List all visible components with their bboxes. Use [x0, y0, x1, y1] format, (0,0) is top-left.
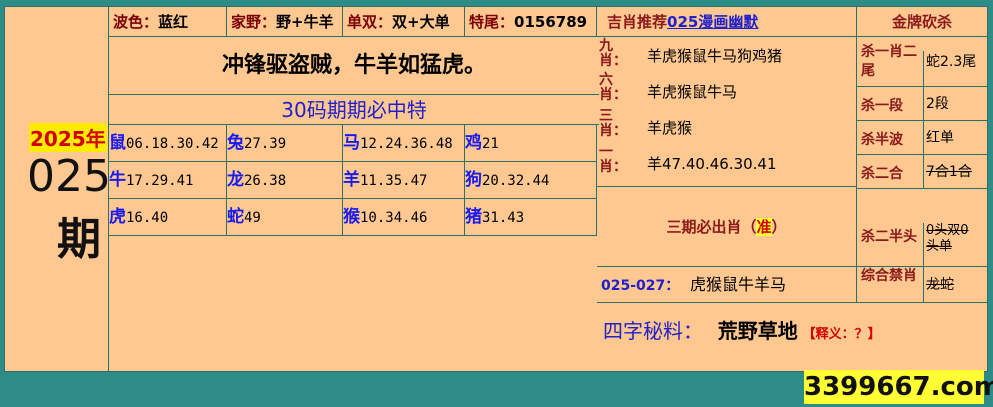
recommend-link[interactable]: 025漫画幽默 [667, 13, 758, 31]
secret-value: 荒野草地 [717, 319, 798, 343]
zodiac-cell: 鸡21 [465, 125, 597, 162]
secret-note: 【释义：？】 [802, 327, 881, 342]
pick-label-6: 六肖： [599, 72, 627, 103]
home-value: 野+牛羊 [276, 13, 334, 31]
wave-value: 蓝红 [158, 13, 189, 31]
zodiac-cell: 羊11.35.47 [343, 162, 465, 199]
range-value: 虎猴鼠牛羊马 [690, 275, 787, 294]
issue-number: 025 [27, 151, 111, 202]
secret-block: 四字秘料： 荒野草地 【释义：？】 [597, 303, 988, 373]
range-block: 025-027： 虎猴鼠牛羊马 [597, 267, 857, 303]
kill-row: 综合禁肖 龙蛇 [857, 267, 988, 303]
picks-block: 九肖： 羊虎猴鼠牛马狗鸡猪 六肖： 羊虎猴鼠牛马 三肖： 羊虎猴 一肖： 羊47… [597, 37, 857, 187]
zodiac-cell: 龙26.38 [227, 162, 343, 199]
secret-label: 四字秘料： [603, 319, 703, 343]
kill-row: 杀半波 红单 [857, 121, 988, 155]
pick-label-3: 三肖： [599, 108, 627, 139]
pick-value-9: 羊虎猴鼠牛马狗鸡猪 [647, 47, 783, 65]
zodiac-grid: 鼠06.18.30.42 兔27.39 马12.24.36.48 鸡21 牛17… [109, 125, 599, 237]
pick-label-1: 一肖： [599, 144, 627, 175]
zodiac-cell: 猴10.34.46 [343, 199, 465, 236]
odd-even-header: 单双：双+大单 [343, 7, 465, 37]
tail-header: 特尾：0156789 [465, 7, 597, 37]
home-label: 家野： [231, 13, 277, 31]
kill-row: 杀一段 2段 [857, 87, 988, 121]
right-panel: 吉肖推荐025漫画幽默 金牌砍杀 九肖： 羊虎猴鼠牛马狗鸡猪 六肖： 羊虎猴鼠牛… [597, 7, 989, 373]
accurate-badge: 准 [756, 218, 772, 236]
tail-value: 0156789 [514, 13, 588, 31]
three-period-block: 三期必出肖（准） [597, 187, 857, 267]
issue-suffix: 期 [57, 214, 101, 265]
oddeven-label: 单双： [347, 13, 393, 31]
home-wild-header: 家野：野+牛羊 [227, 7, 343, 37]
wave-color-header: 波色：蓝红 [109, 7, 227, 37]
issue-column: 2025年 025 期 [5, 7, 111, 373]
zodiac-cell: 虎16.40 [109, 199, 227, 236]
year-label: 2025年 [29, 123, 107, 152]
gold-kill-header: 金牌砍杀 [857, 7, 988, 37]
zodiac-cell: 牛17.29.41 [109, 162, 227, 199]
pick-value-6: 羊虎猴鼠牛马 [647, 83, 738, 101]
recommend-header: 吉肖推荐025漫画幽默 [597, 7, 857, 37]
range-label: 025-027： [601, 278, 680, 294]
pick-value-1: 羊47.40.46.30.41 [647, 155, 777, 173]
recommend-label: 吉肖推荐 [607, 13, 668, 31]
zodiac-cell: 兔27.39 [227, 125, 343, 162]
wave-label: 波色： [113, 13, 159, 31]
zodiac-cell: 猪31.43 [465, 199, 597, 236]
kill-row: 杀二合 7合1合 [857, 155, 988, 189]
zodiac-cell: 鼠06.18.30.42 [109, 125, 227, 162]
kill-row: 杀一肖二尾 蛇2.3尾 [857, 37, 988, 87]
tail-label: 特尾： [469, 13, 515, 31]
slogan: 冲锋驱盗贼，牛羊如猛虎。 [109, 37, 599, 95]
zodiac-cell: 马12.24.36.48 [343, 125, 465, 162]
zodiac-cell: 蛇49 [227, 199, 343, 236]
pick-value-3: 羊虎猴 [647, 119, 693, 137]
oddeven-value: 双+大单 [392, 13, 450, 31]
main-panel: 2025年 025 期 波色：蓝红 家野：野+牛羊 单双：双+大单 特尾：015… [4, 6, 989, 373]
site-watermark: 3399667.com [804, 370, 993, 404]
zodiac-cell: 狗20.32.44 [465, 162, 597, 199]
kill-row: 杀二半头 0头双0头单 [857, 189, 988, 267]
subtitle: 30码期期必中特 [109, 95, 599, 125]
pick-label-9: 九肖： [599, 38, 627, 69]
